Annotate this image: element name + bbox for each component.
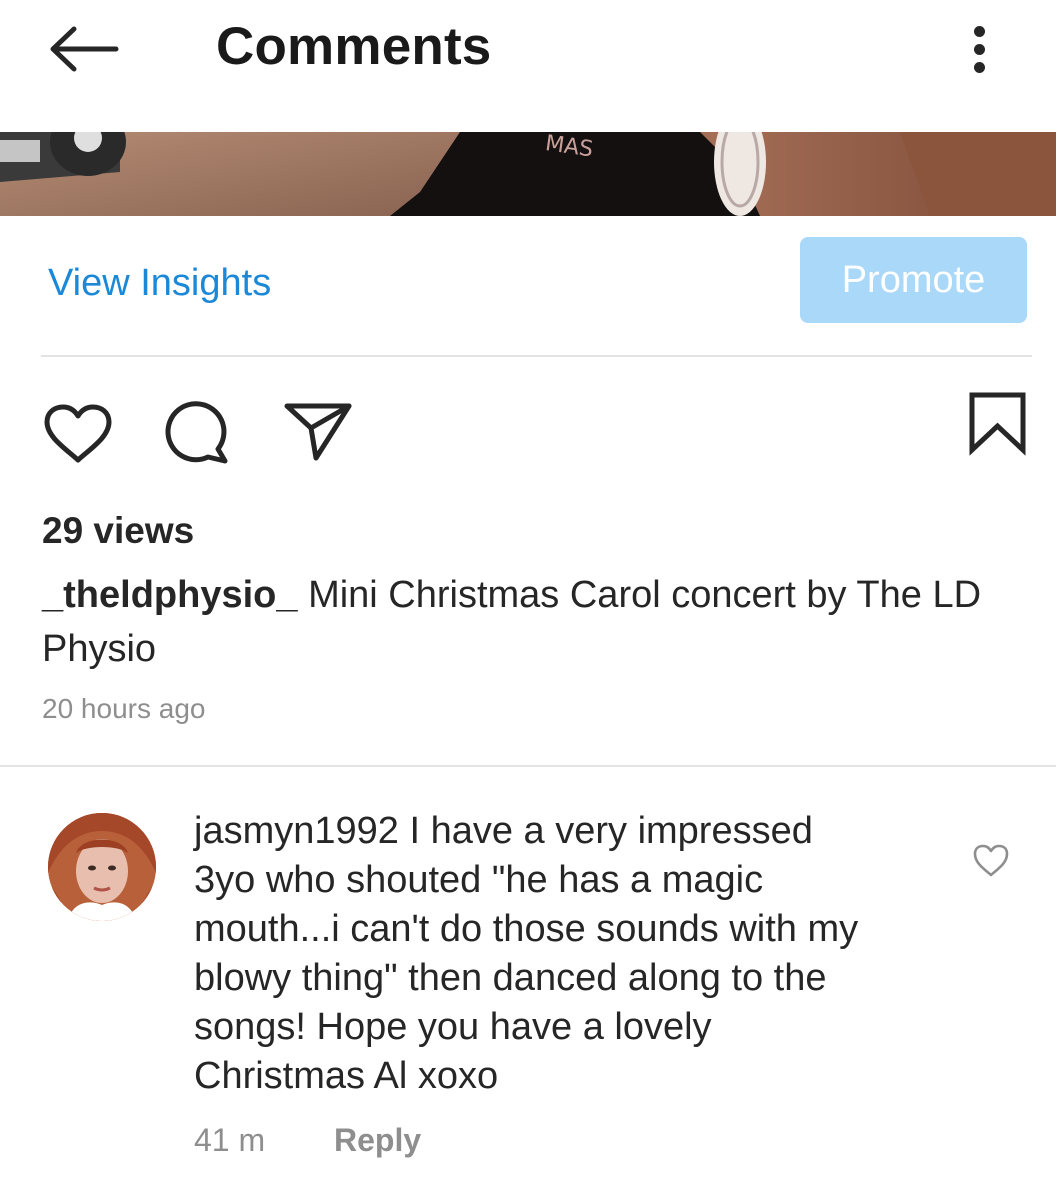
back-button[interactable]: [44, 20, 124, 80]
video-thumbnail: MAS: [0, 132, 1056, 216]
view-insights-link[interactable]: View Insights: [48, 262, 271, 305]
arrow-left-icon: [50, 26, 119, 72]
avatar[interactable]: [48, 813, 156, 921]
bookmark-icon: [969, 392, 1026, 456]
heart-icon: [973, 844, 1009, 877]
comment-username[interactable]: jasmyn1992: [194, 810, 399, 852]
save-button[interactable]: [966, 390, 1030, 461]
page-title: Comments: [216, 17, 492, 76]
comment-body: jasmyn1992 I have a very impressed 3yo w…: [194, 807, 884, 1101]
post-media[interactable]: MAS: [0, 132, 1056, 216]
divider: [41, 355, 1032, 357]
share-button[interactable]: [282, 400, 354, 469]
avatar-image: [48, 813, 156, 921]
reply-button[interactable]: Reply: [334, 1122, 421, 1159]
post-timestamp: 20 hours ago: [42, 693, 206, 724]
more-options-button[interactable]: [960, 22, 1000, 78]
comment-button[interactable]: [163, 400, 233, 471]
comment-like-button[interactable]: [972, 843, 1010, 884]
post-caption: _theldphysio_ Mini Christmas Carol conce…: [42, 568, 1022, 676]
app-header: Comments: [0, 0, 1056, 132]
divider: [0, 765, 1056, 767]
heart-icon: [44, 404, 112, 463]
view-count: 29 views: [42, 510, 195, 551]
share-icon: [284, 403, 352, 461]
like-button[interactable]: [42, 403, 114, 470]
post-username[interactable]: _theldphysio_: [42, 574, 298, 616]
comment-text: I have a very impressed 3yo who shouted …: [194, 810, 859, 1097]
comment-icon: [165, 401, 228, 464]
comment-timestamp: 41 m: [194, 1122, 266, 1158]
promote-button[interactable]: Promote: [800, 237, 1027, 323]
